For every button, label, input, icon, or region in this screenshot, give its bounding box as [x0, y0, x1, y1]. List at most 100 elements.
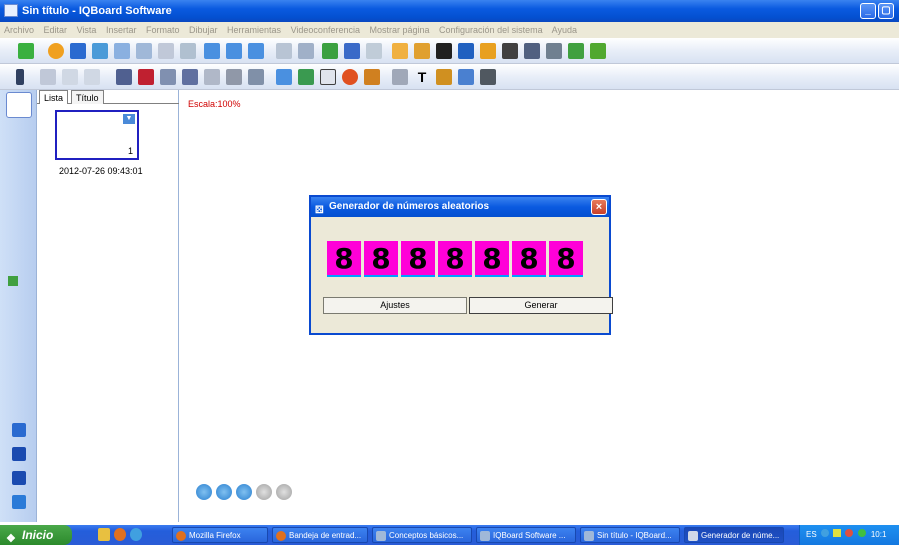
restore-icon[interactable]: ▢	[878, 3, 894, 19]
taskbar-item-iqboard[interactable]: IQBoard Software ...	[476, 527, 576, 543]
quicklaunch-browser-icon[interactable]	[98, 528, 110, 541]
table-icon[interactable]	[392, 69, 408, 85]
last-page-icon[interactable]	[256, 484, 272, 500]
quicklaunch-ie-icon[interactable]	[130, 528, 142, 541]
page-thumbnail[interactable]: ▼ 1	[55, 110, 139, 160]
tab-lista[interactable]: Lista	[39, 90, 69, 104]
brush-pen-icon[interactable]	[138, 69, 154, 85]
menu-videoconferencia[interactable]: Videoconferencia	[291, 25, 360, 35]
curtain-icon[interactable]	[458, 43, 474, 59]
menu-editar[interactable]: Editar	[44, 25, 68, 35]
digit-1: 8	[327, 241, 361, 277]
black-screen-icon[interactable]	[436, 43, 452, 59]
fullscreen-icon[interactable]	[344, 43, 360, 59]
pencil-icon[interactable]	[160, 69, 176, 85]
generate-button[interactable]: Generar	[469, 297, 613, 314]
fit-screen-icon[interactable]	[12, 423, 26, 437]
taskbar-item-mail[interactable]: Bandeja de entrad...	[272, 527, 368, 543]
swap-icon[interactable]	[12, 471, 26, 485]
start-button[interactable]: ❖ Inicio	[0, 525, 72, 545]
pen-icon[interactable]	[116, 69, 132, 85]
dialog-title: Generador de números aleatorios	[329, 201, 490, 212]
screen-capture-icon[interactable]	[322, 43, 338, 59]
menu-dibujar[interactable]: Dibujar	[189, 25, 218, 35]
zoom-out-icon[interactable]	[226, 43, 242, 59]
taskbar-item-conceptos[interactable]: Conceptos básicos...	[372, 527, 472, 543]
chevron-down-icon[interactable]: ▼	[123, 114, 135, 124]
keyboard-icon[interactable]	[546, 43, 562, 59]
undo-icon[interactable]	[62, 69, 78, 85]
taskbar-item-firefox[interactable]: Mozilla Firefox	[172, 527, 268, 543]
add-page-icon[interactable]	[276, 484, 292, 500]
collapse-panel-icon[interactable]	[8, 276, 18, 286]
color-icon[interactable]	[342, 69, 358, 85]
fill-icon[interactable]	[276, 69, 292, 85]
settings-icon[interactable]	[590, 43, 606, 59]
brush-icon[interactable]	[414, 43, 430, 59]
security-icon[interactable]	[857, 529, 866, 537]
delete-page-icon[interactable]	[114, 43, 130, 59]
save-as-icon[interactable]	[92, 43, 108, 59]
taskbar-item-label: Conceptos básicos...	[389, 531, 464, 540]
menu-ayuda[interactable]: Ayuda	[552, 25, 577, 35]
menu-configuracion[interactable]: Configuración del sistema	[439, 25, 543, 35]
shape-icon[interactable]	[320, 69, 336, 85]
quicklaunch-firefox-icon[interactable]	[114, 528, 126, 541]
hand-tool-icon[interactable]	[40, 69, 56, 85]
previous-page-icon[interactable]	[216, 484, 232, 500]
close-icon[interactable]: ×	[591, 199, 607, 215]
hand-icon[interactable]	[298, 43, 314, 59]
open-icon[interactable]	[48, 43, 64, 59]
minimize-icon[interactable]: _	[860, 3, 876, 19]
magic-pen-icon[interactable]	[204, 69, 220, 85]
record-icon[interactable]	[366, 43, 382, 59]
resize-icon[interactable]	[12, 495, 26, 509]
first-page-icon[interactable]	[196, 484, 212, 500]
antivirus-icon[interactable]	[845, 529, 854, 537]
thumbnail-date: 2012-07-26 09:43:01	[59, 166, 143, 176]
window-title: Sin título - IQBoard Software	[22, 5, 172, 17]
network-icon[interactable]	[820, 529, 829, 537]
image-icon[interactable]	[298, 69, 314, 85]
taskbar-item-sin-titulo[interactable]: Sin título - IQBoard...	[580, 527, 680, 543]
settings-button[interactable]: Ajustes	[323, 297, 467, 314]
copy-icon[interactable]	[136, 43, 152, 59]
text-icon[interactable]: T	[414, 69, 430, 85]
menu-insertar[interactable]: Insertar	[106, 25, 137, 35]
pointer-icon[interactable]	[392, 43, 408, 59]
screen-icon[interactable]	[276, 43, 292, 59]
ruler-icon[interactable]	[436, 69, 452, 85]
redo-icon[interactable]	[84, 69, 100, 85]
firefox-icon	[276, 531, 286, 541]
paste-icon[interactable]	[180, 43, 196, 59]
menu-archivo[interactable]: Archivo	[4, 25, 34, 35]
zoom-in-icon[interactable]	[204, 43, 220, 59]
menu-vista[interactable]: Vista	[77, 25, 97, 35]
spotlight-icon[interactable]	[480, 43, 496, 59]
tab-titulo[interactable]: Título	[71, 90, 104, 104]
language-indicator[interactable]: ES	[806, 530, 817, 539]
cut-icon[interactable]	[158, 43, 174, 59]
eraser-icon[interactable]	[226, 69, 242, 85]
save-icon[interactable]	[70, 43, 86, 59]
menu-mostrar-pagina[interactable]: Mostrar página	[369, 25, 429, 35]
next-page-icon[interactable]	[236, 484, 252, 500]
split-icon[interactable]	[12, 447, 26, 461]
new-page-icon[interactable]	[18, 43, 34, 59]
menu-herramientas[interactable]: Herramientas	[227, 25, 281, 35]
clock: 10:1	[870, 530, 887, 539]
compass-icon[interactable]	[480, 69, 496, 85]
clipboard-icon[interactable]	[6, 92, 32, 118]
video-icon[interactable]	[524, 43, 540, 59]
menu-formato[interactable]: Formato	[146, 25, 180, 35]
tools-icon[interactable]	[568, 43, 584, 59]
select-arrow-icon[interactable]	[16, 69, 24, 85]
marker-icon[interactable]	[182, 69, 198, 85]
line-icon[interactable]	[248, 69, 264, 85]
tray-app-icon[interactable]	[833, 529, 842, 537]
taskbar-item-generador[interactable]: Generador de núme...	[684, 527, 784, 543]
protractor-icon[interactable]	[458, 69, 474, 85]
zoom-icon[interactable]	[248, 43, 264, 59]
camera-icon[interactable]	[502, 43, 518, 59]
chart-icon[interactable]	[364, 69, 380, 85]
